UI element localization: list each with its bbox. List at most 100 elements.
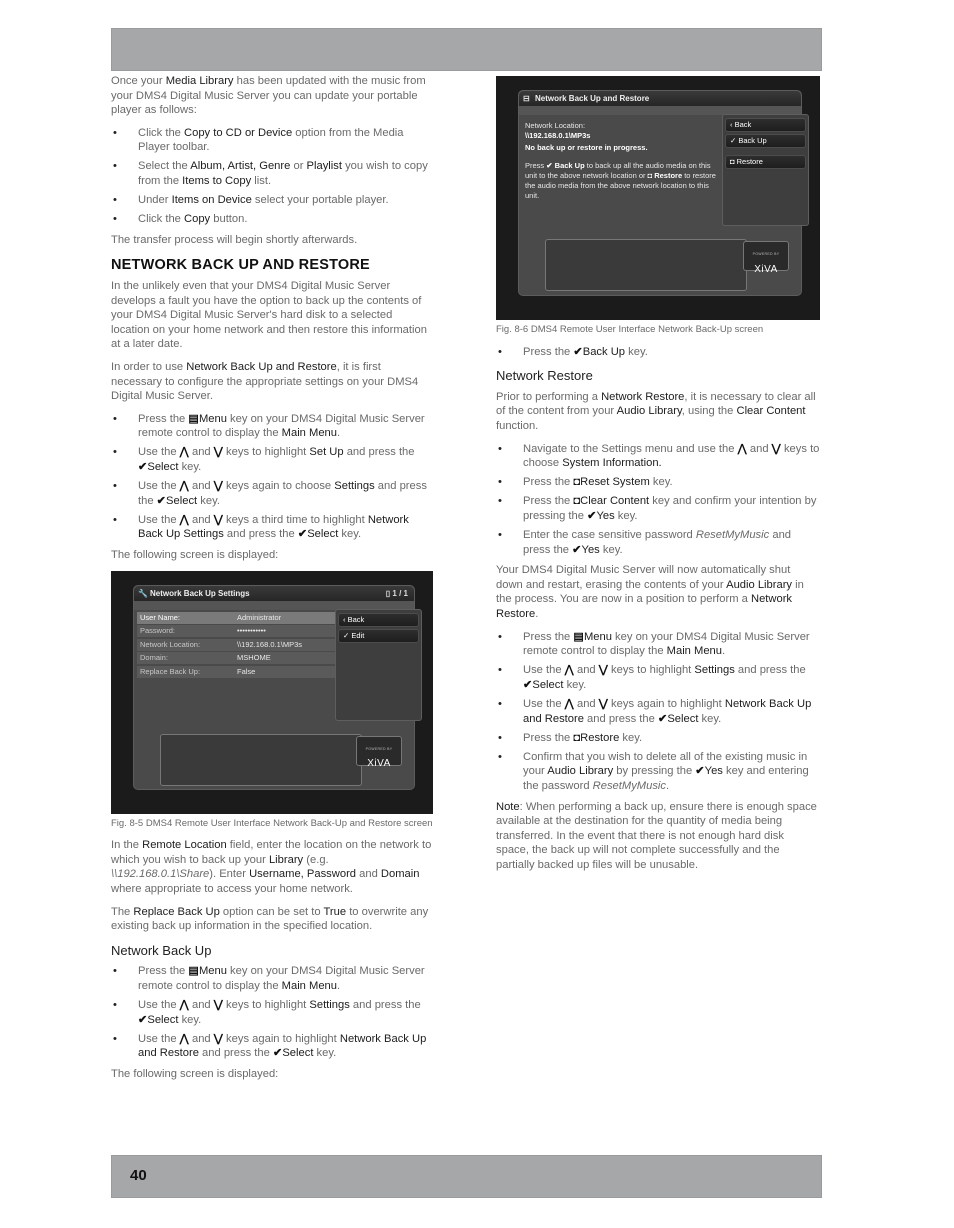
list-item: Press the ◘Clear Content key and confirm… xyxy=(496,494,820,523)
down-arrow-icon: ⋁ xyxy=(598,664,608,677)
list-item: Use the ⋀ and ⋁ keys to highlight Settin… xyxy=(496,663,820,692)
settings-rows: User Name: Administrator Password: •••••••… xyxy=(137,611,338,680)
window-title-bar: ⊟ Network Back Up and Restore xyxy=(519,91,801,106)
backup-button[interactable]: ✓ Back Up xyxy=(725,134,806,148)
list-item: Use the ⋀ and ⋁ keys to highlight Settin… xyxy=(111,998,433,1027)
up-arrow-icon: ⋀ xyxy=(179,1032,189,1045)
edit-button[interactable]: ✓ Edit xyxy=(338,628,419,643)
settings-row-domain[interactable]: Domain: MSHOME xyxy=(137,652,338,665)
shutdown-paragraph: Your DMS4 Digital Music Server will now … xyxy=(496,564,804,620)
down-arrow-icon: ⋁ xyxy=(771,442,781,455)
check-icon: ✔ xyxy=(272,1047,283,1060)
check-icon: ✔ xyxy=(138,461,148,474)
restore-steps: Press the ▤Menu key on your DMS4 Digital… xyxy=(496,630,820,794)
list-item: Press the ◘Reset System key. xyxy=(496,475,820,490)
down-arrow-icon: ⋁ xyxy=(598,697,608,710)
section-paragraph: In the unlikely even that your DMS4 Digi… xyxy=(111,280,427,351)
figure-network-backup-restore: ⊟ Network Back Up and Restore Network Lo… xyxy=(496,76,820,320)
restore-paragraph: Prior to performing a Network Restore, i… xyxy=(496,390,816,432)
replace-backup-paragraph: The Replace Back Up option can be set to… xyxy=(111,905,429,933)
network-icon: ⊟ xyxy=(523,94,530,103)
xiva-logo: POWERED BY XiVA xyxy=(356,735,402,769)
wrench-icon: 🔧 xyxy=(138,588,148,598)
check-icon: ✔ xyxy=(156,494,167,507)
list-item: Press the ▤Menu key on your DMS4 Digital… xyxy=(111,412,433,441)
backup-restore-window: ⊟ Network Back Up and Restore Network Lo… xyxy=(518,90,809,296)
settings-row-replace-backup[interactable]: Replace Back Up: False xyxy=(137,666,338,678)
list-item: Press the ▤Menu key on your DMS4 Digital… xyxy=(496,630,820,659)
setup-steps: Press the ▤Menu key on your DMS4 Digital… xyxy=(111,412,433,542)
up-arrow-icon: ⋀ xyxy=(564,697,574,710)
press-backup-step: Press the ✔Back Up key. xyxy=(496,345,820,360)
page-number: 40 xyxy=(130,1167,147,1184)
window-title: Network Back Up Settings xyxy=(150,588,250,598)
list-item: Use the ⋀ and ⋁ keys again to highlight … xyxy=(496,697,820,726)
check-icon: ✔ xyxy=(573,345,583,358)
right-column: ⊟ Network Back Up and Restore Network Lo… xyxy=(496,76,820,881)
list-item: Click the Copy button. xyxy=(111,212,433,227)
up-arrow-icon: ⋀ xyxy=(179,999,189,1012)
list-item: Under Items on Device select your portab… xyxy=(111,193,433,208)
figure-caption: Fig. 8-6 DMS4 Remote User Interface Netw… xyxy=(496,324,764,335)
figure-caption: Fig. 8-5 DMS4 Remote User Interface Netw… xyxy=(111,817,433,829)
list-item: Confirm that you wish to delete all of t… xyxy=(496,750,820,794)
list-item: Use the ⋀ and ⋁ keys a third time to hig… xyxy=(111,513,433,542)
circle-icon: ◘ xyxy=(730,157,737,166)
back-button[interactable]: ‹ Back xyxy=(338,612,419,627)
intro-paragraph: Once your Media Library has been updated… xyxy=(111,75,426,117)
list-item: Select the Album, Artist, Genre or Playl… xyxy=(111,159,433,188)
back-button[interactable]: ‹ Back xyxy=(725,118,806,132)
settings-row-network-location[interactable]: Network Location: \\192.168.0.1\MP3s xyxy=(137,638,338,651)
restore-button[interactable]: ◘ Restore xyxy=(725,155,806,169)
network-backup-heading: Network Back Up xyxy=(111,942,212,958)
menu-icon: ▤ xyxy=(188,965,199,978)
header-bar xyxy=(111,28,822,71)
check-icon: ✔ xyxy=(572,543,582,556)
instructions-text: Press ✔ Back Up to back up all the audio… xyxy=(525,161,716,200)
check-icon: ✔ xyxy=(657,712,668,725)
up-arrow-icon: ⋀ xyxy=(179,446,189,459)
settings-window: 🔧 Network Back Up Settings ▯ 1 / 1 User … xyxy=(133,584,422,790)
list-item: Press the ✔Back Up key. xyxy=(496,345,820,360)
figure-network-backup-settings: 🔧 Network Back Up Settings ▯ 1 / 1 User … xyxy=(111,570,433,814)
transfer-note: The transfer process will begin shortly … xyxy=(111,233,358,246)
down-arrow-icon: ⋁ xyxy=(213,480,223,493)
check-icon: ✔ xyxy=(297,528,308,541)
menu-icon: ▤ xyxy=(188,412,199,425)
following-text: The following screen is displayed: xyxy=(111,549,279,562)
note-paragraph: Note: When performing a back up, ensure … xyxy=(496,800,817,871)
down-arrow-icon: ⋁ xyxy=(213,1032,223,1045)
copy-steps: Click the Copy to CD or Device option fr… xyxy=(111,126,433,227)
window-title: Network Back Up and Restore xyxy=(535,94,650,103)
list-item: Press the ▤Menu key on your DMS4 Digital… xyxy=(111,964,433,993)
up-arrow-icon: ⋀ xyxy=(737,442,747,455)
footer-bar: 40 xyxy=(111,1155,822,1198)
backup-steps: Press the ▤Menu key on your DMS4 Digital… xyxy=(111,964,433,1061)
section-paragraph: In order to use Network Back Up and Rest… xyxy=(111,361,419,403)
side-menu: ‹ Back ✓ Edit xyxy=(335,608,422,721)
down-arrow-icon: ⋁ xyxy=(213,513,223,526)
left-column: Once your Media Library has been updated… xyxy=(111,74,433,1090)
backup-status-panel: Network Location: \\192.168.0.1\MP3s No … xyxy=(522,117,723,229)
list-item: Press the ◘Restore key. xyxy=(496,731,820,746)
settings-row-username[interactable]: User Name: Administrator xyxy=(137,611,338,624)
list-item: Use the ⋀ and ⋁ keys again to choose Set… xyxy=(111,479,433,508)
check-icon: ✔ xyxy=(138,1013,148,1026)
up-arrow-icon: ⋀ xyxy=(179,513,189,526)
settings-row-password[interactable]: Password: ••••••••••• xyxy=(137,625,338,638)
up-arrow-icon: ⋀ xyxy=(179,480,189,493)
status-text: No back up or restore in progress. xyxy=(525,143,648,152)
following-text: The following screen is displayed: xyxy=(111,1067,279,1080)
list-item: Enter the case sensitive password ResetM… xyxy=(496,528,820,557)
down-arrow-icon: ⋁ xyxy=(213,446,223,459)
down-arrow-icon: ⋁ xyxy=(213,999,223,1012)
list-item: Navigate to the Settings menu and use th… xyxy=(496,442,820,471)
menu-icon: ▤ xyxy=(573,630,584,643)
lower-panel xyxy=(160,733,362,786)
up-arrow-icon: ⋀ xyxy=(564,664,574,677)
lower-panel xyxy=(545,239,747,291)
section-heading: NETWORK BACK UP AND RESTORE xyxy=(111,257,370,274)
network-restore-heading: Network Restore xyxy=(496,368,593,384)
remote-location-paragraph: In the Remote Location field, enter the … xyxy=(111,839,432,895)
xiva-logo: POWERED BY XiVA xyxy=(743,241,789,275)
